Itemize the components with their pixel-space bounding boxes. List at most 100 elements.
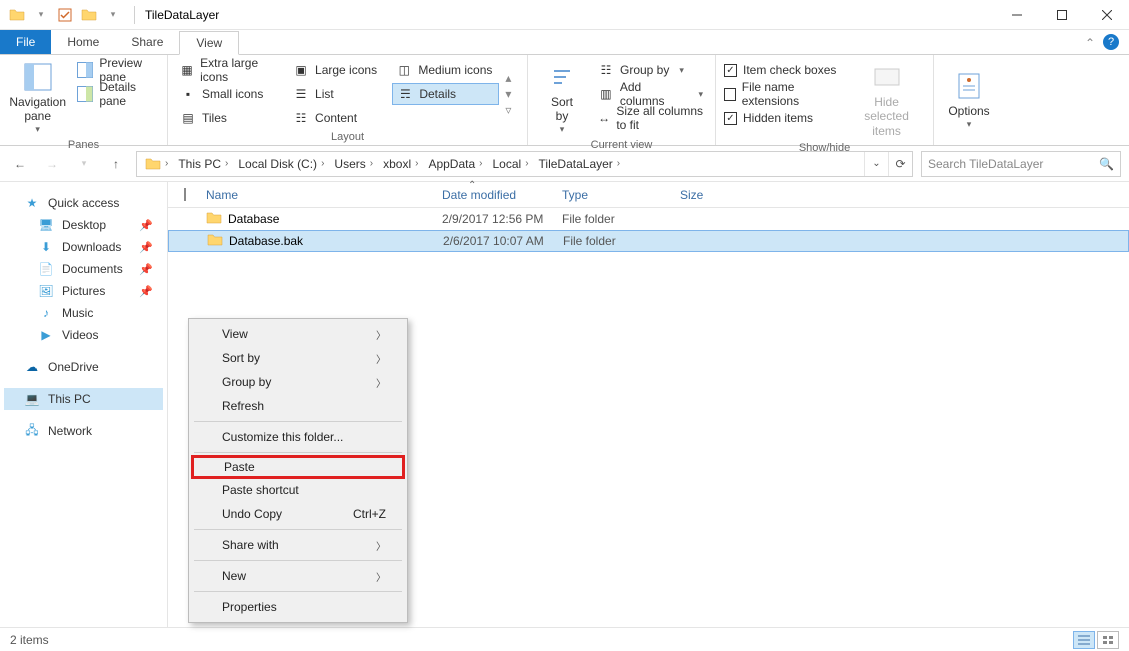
home-tab[interactable]: Home [51,30,115,54]
list-button[interactable]: ☰List [289,83,386,105]
extra-large-icons-button[interactable]: ▦Extra large icons [176,59,283,81]
details-pane-button[interactable]: Details pane [73,83,159,105]
breadcrumb-users[interactable]: Users› [330,157,377,171]
maximize-button[interactable] [1039,0,1084,30]
file-name: Database.bak [229,234,303,248]
quick-access-item[interactable]: ★Quick access [4,192,163,214]
share-tab[interactable]: Share [115,30,179,54]
cm-accelerator: Ctrl+Z [353,507,386,521]
details-view-toggle[interactable] [1073,631,1095,649]
sort-indicator-icon: ⌃ [468,180,476,191]
breadcrumb-local-disk[interactable]: Local Disk (C:)› [234,157,328,171]
context-refresh[interactable]: Refresh [192,394,404,418]
breadcrumb-local[interactable]: Local› [489,157,533,171]
file-name-extensions-checkbox[interactable]: File name extensions [724,83,842,105]
ribbon-collapse-icon[interactable]: ⌃ [1085,36,1095,50]
navigation-pane-icon [22,61,54,93]
help-icon[interactable]: ? [1103,34,1119,50]
type-column-header[interactable]: Type [552,188,670,202]
size-all-columns-button[interactable]: ↔Size all columns to fit [594,107,707,129]
hide-selected-items-button[interactable]: Hide selected items [848,59,925,140]
context-group-by[interactable]: Group by〉 [192,370,404,394]
view-tab[interactable]: View [179,31,239,55]
close-button[interactable] [1084,0,1129,30]
breadcrumb-appdata[interactable]: AppData› [424,157,486,171]
preview-pane-button[interactable]: Preview pane [73,59,159,81]
panes-group-label: Panes [8,137,159,151]
file-row[interactable]: Database.bak 2/6/2017 10:07 AM File fold… [168,230,1129,252]
music-item[interactable]: ♪Music [4,302,163,324]
qat-dropdown-icon[interactable]: ▾ [30,4,52,26]
context-view[interactable]: View〉 [192,322,404,346]
separator [194,529,402,530]
properties-checkbox-icon[interactable] [54,4,76,26]
back-button[interactable]: ← [8,152,32,176]
breadcrumb-tiledatalayer[interactable]: TileDataLayer› [535,157,625,171]
group-by-button[interactable]: ☷Group by▾ [594,59,707,81]
add-columns-button[interactable]: ▥Add columns▾ [594,83,707,105]
file-row[interactable]: Database 2/9/2017 12:56 PM File folder [168,208,1129,230]
search-input[interactable]: Search TileDataLayer 🔍 [921,151,1121,177]
layout-scroll-up-icon[interactable]: ▴ [505,71,519,85]
context-new[interactable]: New〉 [192,564,404,588]
network-item[interactable]: 🖧Network [4,420,163,442]
breadcrumb-this-pc[interactable]: This PC› [174,157,232,171]
breadcrumb-xboxl[interactable]: xboxl› [379,157,422,171]
onedrive-item[interactable]: ☁OneDrive [4,356,163,378]
tiles-button[interactable]: ▤Tiles [176,107,283,129]
refresh-button[interactable]: ⟳ [888,152,912,176]
documents-item[interactable]: 📄Documents📌 [4,258,163,280]
forward-button[interactable]: → [40,152,64,176]
desktop-item[interactable]: 🖥Desktop📌 [4,214,163,236]
minimize-button[interactable] [994,0,1039,30]
name-column-header[interactable]: Name [196,188,432,202]
item-count: 2 items [10,633,49,647]
videos-item[interactable]: ▶Videos [4,324,163,346]
context-properties[interactable]: Properties [192,595,404,619]
context-customize[interactable]: Customize this folder... [192,425,404,449]
breadcrumb-label: Local [493,157,522,171]
cm-label: Paste shortcut [222,483,299,497]
medium-icons-button[interactable]: ◫Medium icons [392,59,499,81]
details-view-button[interactable]: ☴Details [392,83,499,105]
context-paste-shortcut[interactable]: Paste shortcut [192,478,404,502]
breadcrumb-root-icon[interactable]: › [141,156,172,172]
qat-dropdown-icon-2[interactable]: ▾ [102,4,124,26]
cm-label: View [222,327,248,341]
folder-icon [206,210,222,229]
context-paste[interactable]: Paste [191,455,405,479]
content-button[interactable]: ☷Content [289,107,386,129]
large-icons-button[interactable]: ▣Large icons [289,59,386,81]
layout-more-icon[interactable]: ▿ [505,103,519,117]
breadcrumb-label: TileDataLayer [539,157,613,171]
size-column-header[interactable]: Size [670,188,750,202]
context-sort-by[interactable]: Sort by〉 [192,346,404,370]
context-undo-copy[interactable]: Undo CopyCtrl+Z [192,502,404,526]
hidden-items-checkbox[interactable]: ✓Hidden items [724,107,842,129]
file-name: Database [228,212,279,226]
recent-locations-button[interactable]: ▾ [72,152,96,176]
cm-label: Paste [224,460,255,474]
checkbox-checked-icon: ✓ [724,64,737,77]
file-tab[interactable]: File [0,30,51,54]
up-button[interactable]: ↑ [104,152,128,176]
group-by-label: Group by [620,63,669,77]
details-pane-icon [77,86,93,102]
layout-scroll-down-icon[interactable]: ▾ [505,87,519,101]
breadcrumb[interactable]: › This PC› Local Disk (C:)› Users› xboxl… [136,151,913,177]
this-pc-item[interactable]: 💻This PC [4,388,163,410]
pin-icon: 📌 [139,263,153,276]
context-share-with[interactable]: Share with〉 [192,533,404,557]
large-icons-view-toggle[interactable] [1097,631,1119,649]
small-icons-button[interactable]: ▪Small icons [176,83,283,105]
select-all-checkbox[interactable] [174,188,196,201]
breadcrumb-history-button[interactable]: ⌄ [864,152,888,176]
date-column-header[interactable]: Date modified [432,188,552,202]
item-check-boxes-checkbox[interactable]: ✓Item check boxes [724,59,842,81]
sort-by-button[interactable]: Sort by ▾ [536,59,588,137]
pictures-item[interactable]: 🖼Pictures📌 [4,280,163,302]
cm-label: New [222,569,246,583]
navigation-pane-button[interactable]: Navigation pane ▾ [8,59,67,137]
downloads-item[interactable]: ⬇Downloads📌 [4,236,163,258]
options-button[interactable]: Options ▾ [942,59,995,141]
